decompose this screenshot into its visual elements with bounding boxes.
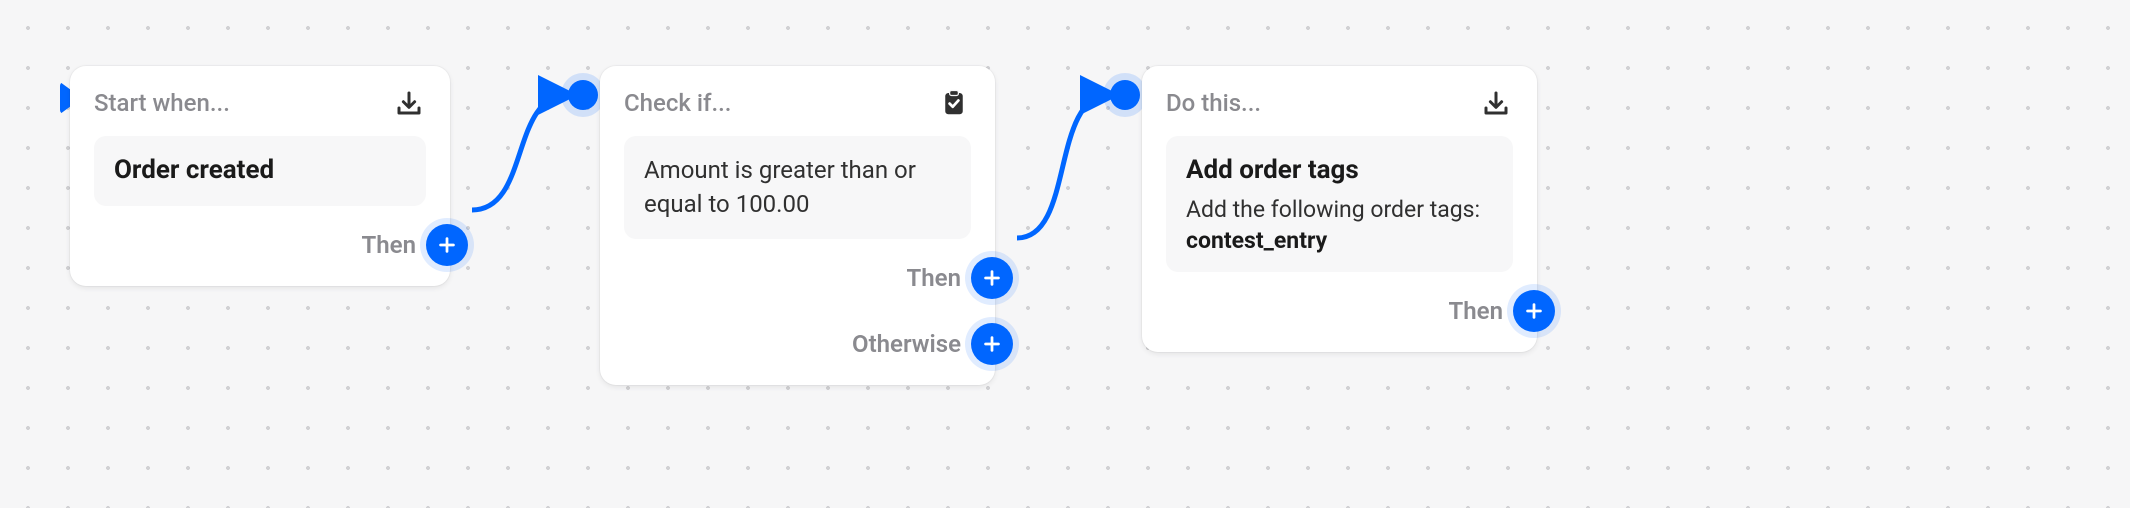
node-action-content: Add order tags Add the following order t… (1166, 136, 1513, 272)
add-step-button[interactable] (1513, 290, 1555, 332)
node-action-header: Do this... (1166, 86, 1513, 120)
node-action-title: Add order tags (1186, 154, 1493, 188)
workflow-canvas[interactable]: Start when... Order created Then Check i… (0, 0, 2130, 508)
node-action-port-then: Then (1166, 290, 1513, 332)
port-label-otherwise: Otherwise (852, 330, 961, 358)
node-start[interactable]: Start when... Order created Then (70, 66, 450, 286)
node-start-header: Start when... (94, 86, 426, 120)
download-icon (1479, 86, 1513, 120)
node-condition-port-then: Then (624, 257, 971, 299)
node-action[interactable]: Do this... Add order tags Add the follow… (1142, 66, 1537, 352)
node-condition-content: Amount is greater than or equal to 100.0… (624, 136, 971, 239)
node-condition-header: Check if... (624, 86, 971, 120)
node-action-header-label: Do this... (1166, 89, 1261, 117)
node-start-header-label: Start when... (94, 89, 230, 117)
node-condition-header-label: Check if... (624, 89, 731, 117)
node-condition-body: Amount is greater than or equal to 100.0… (644, 154, 951, 221)
node-start-port-then: Then (94, 224, 426, 266)
node-condition-port-otherwise: Otherwise (624, 323, 971, 365)
node-start-title: Order created (114, 154, 406, 188)
port-label-then: Then (362, 231, 416, 259)
connector-start-to-condition (450, 60, 600, 240)
connector-condition-to-action (995, 60, 1145, 270)
node-condition[interactable]: Check if... Amount is greater than or eq… (600, 66, 995, 385)
node-action-tag: contest_entry (1186, 227, 1493, 254)
clipboard-check-icon (937, 86, 971, 120)
node-action-subtitle: Add the following order tags: (1186, 194, 1493, 225)
port-label-then: Then (1449, 297, 1503, 325)
download-icon (392, 86, 426, 120)
node-start-content: Order created (94, 136, 426, 206)
port-label-then: Then (907, 264, 961, 292)
add-step-button[interactable] (971, 323, 1013, 365)
